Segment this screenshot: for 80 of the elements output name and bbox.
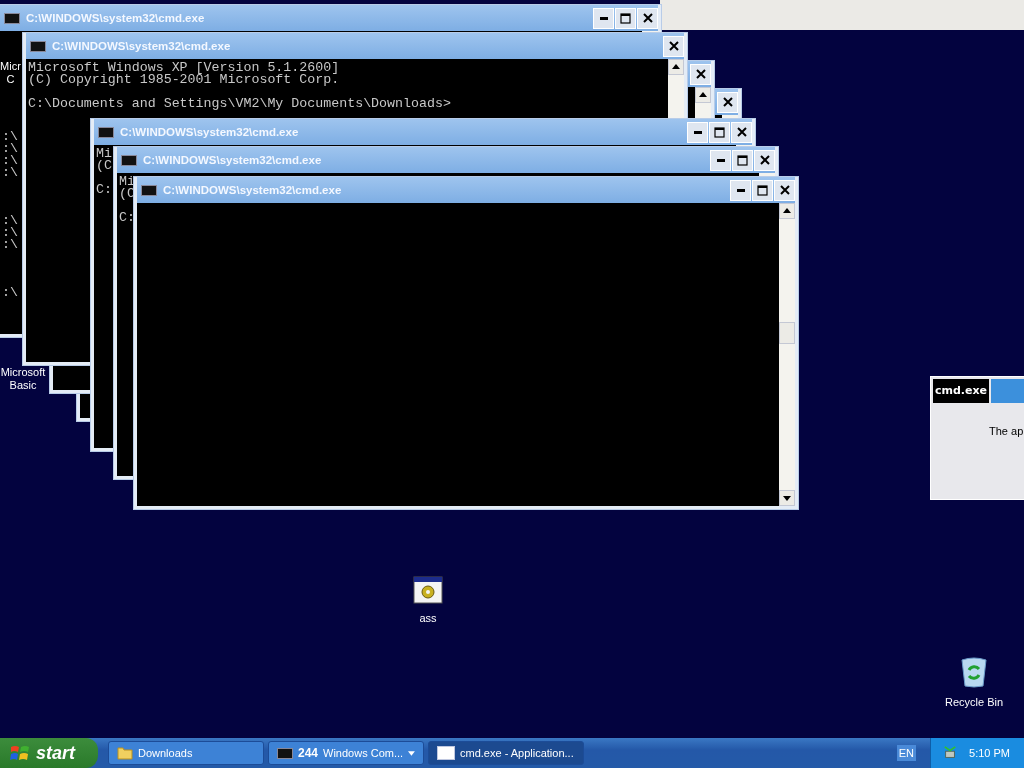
icon-label[interactable]: Basic bbox=[9, 379, 37, 392]
taskbar-button[interactable]: cmd.exe - Application... bbox=[428, 741, 584, 765]
minimize-button[interactable] bbox=[730, 179, 751, 201]
maximize-button[interactable] bbox=[615, 7, 636, 29]
close-icon bbox=[736, 127, 747, 137]
window-title: C:\WINDOWS\system32\cmd.exe bbox=[52, 40, 231, 52]
console-line: :\ bbox=[2, 287, 18, 299]
icon-label[interactable]: ass bbox=[419, 612, 437, 625]
minimize-icon bbox=[693, 130, 702, 134]
console-line: (C) Copyright 1985-2001 Microsoft Corp. bbox=[28, 74, 340, 86]
close-button[interactable] bbox=[774, 179, 795, 201]
taskbar-button[interactable]: Downloads bbox=[108, 741, 264, 765]
icon-label[interactable]: C bbox=[6, 73, 15, 86]
language-indicator[interactable]: EN bbox=[896, 745, 916, 761]
maximize-button[interactable] bbox=[752, 179, 773, 201]
windows-flag-icon bbox=[10, 744, 30, 762]
maximize-button[interactable] bbox=[732, 149, 753, 171]
minimize-icon bbox=[716, 158, 725, 162]
icon-label[interactable]: Microsoft bbox=[0, 366, 46, 379]
close-button[interactable] bbox=[690, 63, 711, 85]
console-line: :\ bbox=[2, 227, 18, 239]
maximize-icon bbox=[714, 126, 725, 138]
close-icon bbox=[668, 41, 679, 51]
cmd-icon bbox=[121, 154, 137, 166]
cmd-icon bbox=[141, 184, 157, 196]
console-line: (C bbox=[96, 160, 112, 172]
minimize-icon bbox=[736, 188, 745, 192]
program-icon[interactable] bbox=[413, 576, 443, 604]
close-button[interactable] bbox=[731, 121, 752, 143]
cmd-icon bbox=[277, 747, 293, 759]
close-icon bbox=[642, 13, 653, 23]
close-button[interactable] bbox=[754, 149, 775, 171]
cmd-icon bbox=[98, 126, 114, 138]
console-line: C: bbox=[96, 184, 112, 196]
console-line: C: bbox=[119, 212, 135, 224]
window-title: C:\WINDOWS\system32\cmd.exe bbox=[26, 12, 205, 24]
minimize-button[interactable] bbox=[687, 121, 708, 143]
folder-icon bbox=[117, 746, 133, 760]
console-line: :\ bbox=[2, 155, 18, 167]
console-line: :\ bbox=[2, 239, 18, 251]
clock: 5:10 PM bbox=[969, 747, 1010, 759]
console-line: :\ bbox=[2, 131, 18, 143]
minimize-button[interactable] bbox=[593, 7, 614, 29]
window-title: C:\WINDOWS\system32\cmd.exe bbox=[120, 126, 299, 138]
scroll-thumb[interactable] bbox=[779, 321, 795, 344]
icon-label[interactable]: Micr bbox=[0, 60, 21, 73]
close-icon bbox=[722, 97, 733, 107]
maximize-button[interactable] bbox=[709, 121, 730, 143]
console-line: :\ bbox=[2, 215, 18, 227]
console-line: Microsoft Windows XP [Version 5.1.2600] bbox=[28, 62, 340, 74]
taskbar-button[interactable]: 244 Windows Com... bbox=[268, 741, 424, 765]
minimize-button[interactable] bbox=[710, 149, 731, 171]
close-button[interactable] bbox=[663, 35, 684, 57]
close-icon bbox=[779, 185, 790, 195]
maximize-icon bbox=[737, 154, 748, 166]
console-line: Mi bbox=[96, 148, 112, 160]
start-button[interactable]: start bbox=[0, 738, 98, 768]
close-button[interactable] bbox=[717, 91, 738, 113]
scrollbar[interactable] bbox=[779, 203, 795, 506]
title-bar bbox=[991, 379, 1024, 403]
network-icon[interactable] bbox=[943, 745, 958, 761]
console-line: :\ bbox=[2, 143, 18, 155]
maximize-icon bbox=[620, 12, 631, 24]
dropdown-arrow-icon bbox=[408, 750, 415, 756]
minimize-icon bbox=[599, 16, 608, 20]
cmd-icon bbox=[30, 40, 46, 52]
close-button[interactable] bbox=[637, 7, 658, 29]
console-line: :\ bbox=[2, 167, 18, 179]
maximize-icon bbox=[757, 184, 768, 196]
console-line: Mi bbox=[119, 176, 135, 188]
window-icon bbox=[437, 746, 455, 760]
recycle-bin-icon[interactable] bbox=[959, 656, 989, 688]
window-title: C:\WINDOWS\system32\cmd.exe bbox=[143, 154, 322, 166]
close-icon bbox=[695, 69, 706, 79]
close-icon bbox=[759, 155, 770, 165]
cmd-icon bbox=[4, 12, 20, 24]
icon-label[interactable]: Recycle Bin bbox=[944, 696, 1004, 709]
window-title: C:\WINDOWS\system32\cmd.exe bbox=[163, 184, 342, 196]
dialog-message: The ap bbox=[989, 425, 1024, 437]
console-line: C:\Documents and Settings\VM2\My Documents\Downloads> bbox=[28, 98, 451, 110]
